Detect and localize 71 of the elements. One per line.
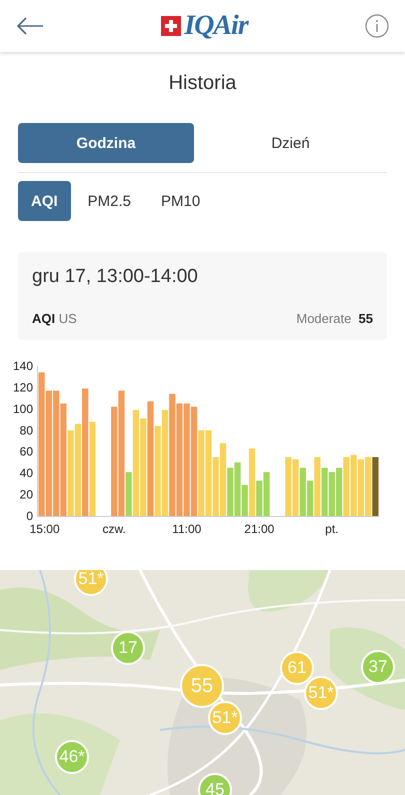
bar[interactable] (242, 484, 248, 516)
bar[interactable] (314, 457, 320, 516)
page-title: Historia (168, 72, 238, 95)
bar[interactable] (154, 426, 161, 516)
period-tab[interactable]: Godzina (18, 123, 194, 163)
bar[interactable] (68, 430, 74, 516)
swiss-cross-icon (161, 16, 182, 36)
pollutant-tab[interactable]: AQI (18, 181, 71, 221)
bar[interactable] (350, 454, 357, 516)
bar[interactable] (111, 406, 118, 516)
bar[interactable] (328, 472, 335, 516)
y-tick-label: 40 (20, 466, 33, 480)
y-tick-label: 80 (20, 423, 33, 438)
bar[interactable] (292, 459, 299, 516)
bar[interactable] (336, 468, 342, 516)
bar[interactable] (212, 457, 219, 516)
y-tick-label: 20 (20, 488, 33, 502)
pollutant-tab[interactable]: PM2.5 (74, 181, 144, 221)
bar[interactable] (234, 462, 241, 516)
bar[interactable] (60, 404, 67, 516)
bar[interactable] (38, 372, 45, 516)
bar[interactable] (162, 410, 168, 516)
pollutant-tab[interactable]: PM10 (148, 181, 214, 221)
bar[interactable] (198, 430, 204, 516)
bar[interactable] (74, 424, 82, 516)
bar[interactable] (140, 418, 146, 516)
bar[interactable] (205, 430, 212, 516)
bar[interactable] (365, 457, 372, 516)
y-tick-label: 60 (20, 444, 33, 459)
y-tick-label: 140 (12, 359, 33, 373)
x-tick-label: 11:00 (172, 522, 202, 536)
y-tick-label: 0 (26, 509, 33, 523)
standard-label: US (58, 311, 77, 326)
bar[interactable] (263, 472, 270, 516)
bar[interactable] (53, 390, 60, 516)
bar[interactable] (147, 401, 154, 516)
y-tick-label: 120 (12, 380, 33, 394)
bar[interactable] (89, 422, 96, 516)
time-range: gru 17, 13:00-14:00 (32, 266, 199, 288)
bar[interactable] (358, 459, 364, 516)
back-icon[interactable] (16, 17, 44, 35)
bar[interactable] (126, 472, 132, 516)
period-tab[interactable]: Dzień (194, 123, 387, 163)
x-tick-label: pt. (325, 522, 338, 536)
bar[interactable] (227, 468, 234, 516)
bar[interactable] (184, 404, 190, 516)
x-tick-label: 15:00 (30, 522, 60, 536)
info-icon[interactable] (365, 14, 389, 38)
bar[interactable] (248, 448, 256, 516)
bar[interactable] (220, 443, 226, 516)
bar[interactable] (190, 406, 198, 516)
logo: IQAir (184, 10, 248, 42)
bar[interactable] (82, 388, 88, 516)
aqi-value: 55 (358, 311, 373, 326)
bar[interactable] (169, 394, 176, 516)
bar[interactable] (132, 410, 140, 516)
bar[interactable] (343, 457, 350, 516)
x-tick-label: czw. (102, 522, 126, 536)
metric-label: AQI (32, 311, 56, 326)
bar[interactable] (321, 468, 328, 516)
bar[interactable] (372, 457, 378, 516)
y-tick-label: 100 (12, 402, 33, 416)
bar[interactable] (300, 468, 306, 516)
bar[interactable] (256, 480, 262, 516)
bar[interactable] (46, 390, 52, 516)
x-tick-label: 21:00 (244, 522, 274, 536)
bar[interactable] (285, 457, 292, 516)
bar[interactable] (306, 480, 314, 516)
bar[interactable] (176, 404, 183, 516)
bar[interactable] (118, 390, 125, 516)
category-label: Moderate (296, 311, 352, 326)
